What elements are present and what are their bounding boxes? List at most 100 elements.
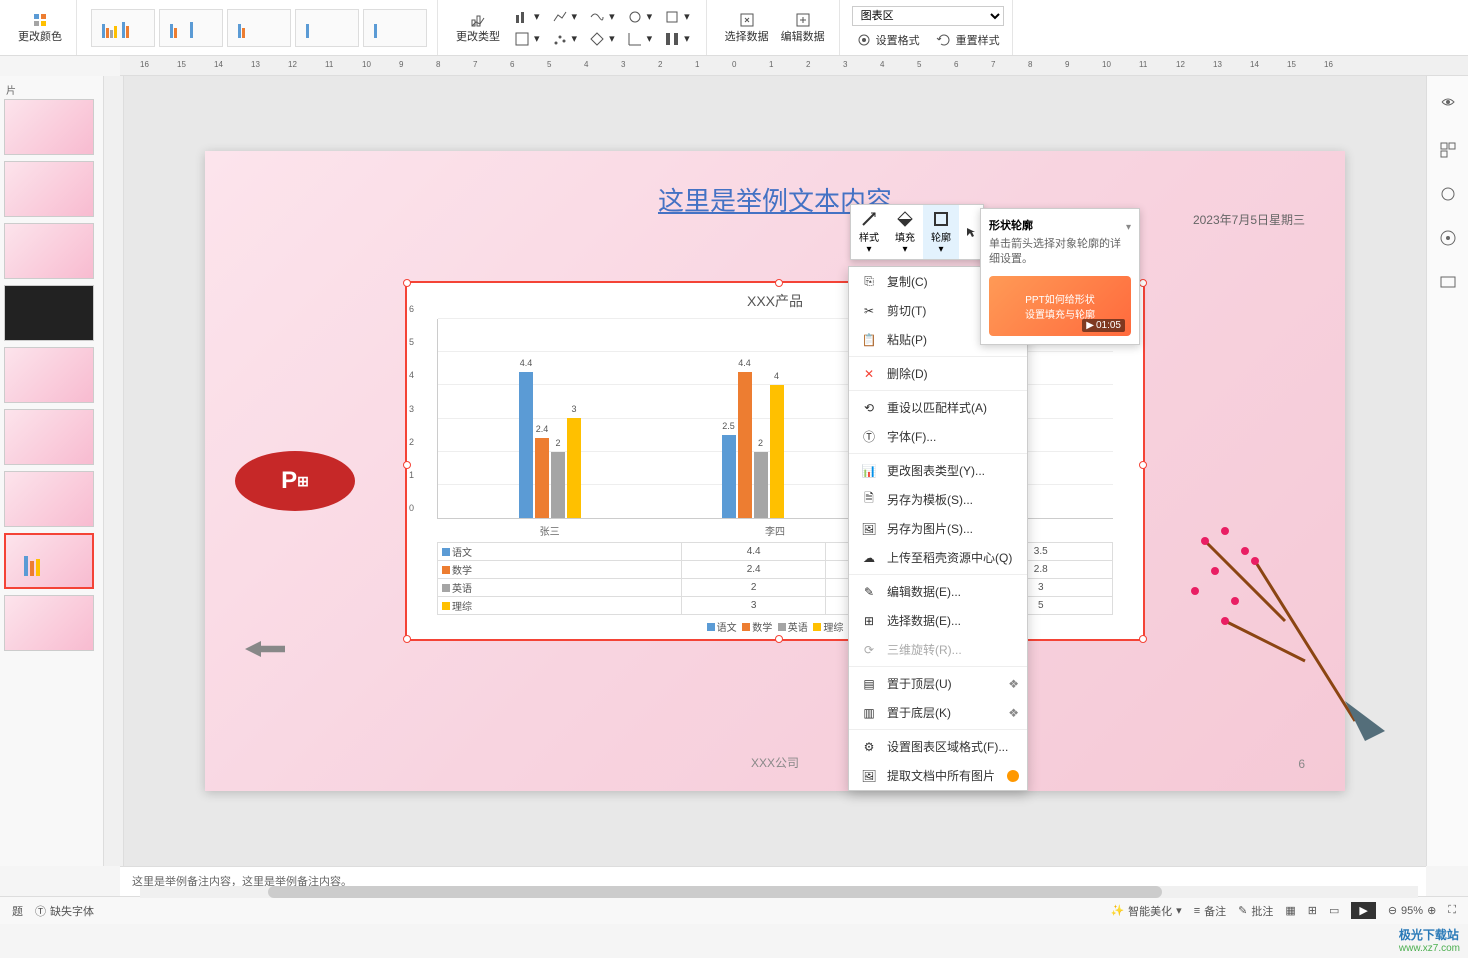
chart-element-4[interactable]: ▾ — [623, 7, 657, 27]
reset-style-button[interactable]: 重置样式 — [932, 30, 1004, 50]
menu-extract-images[interactable]: 🖼提取文档中所有图片 — [849, 761, 1027, 790]
sidebar-tool-4[interactable] — [1438, 228, 1458, 248]
sidebar-tool-1[interactable] — [1438, 96, 1458, 116]
fit-window[interactable]: ⛶ — [1448, 904, 1456, 917]
send-back-icon: ▥ — [861, 705, 877, 721]
vertical-ruler — [104, 76, 124, 866]
chart-element-1[interactable]: ▾ — [510, 7, 544, 27]
chart-element-2[interactable]: ▾ — [548, 7, 582, 27]
horizontal-ruler: 1615141312111098765432101234567891011121… — [120, 56, 1468, 76]
watermark: 极光下载站 www.xz7.com — [1399, 926, 1460, 954]
outline-tooltip: 形状轮廓 ▾ 单击箭头选择对象轮廓的详细设置。 PPT如何给形状 设置填充与轮廓… — [980, 208, 1140, 345]
menu-reset-match[interactable]: ⟲重设以匹配样式(A) — [849, 393, 1027, 422]
slide-thumb-3[interactable] — [4, 223, 94, 279]
beautify-icon: ✨ — [1110, 904, 1124, 917]
set-format-button[interactable]: 设置格式 — [852, 30, 924, 50]
slide-canvas-area: 这里是举例文本内容 2023年7月5日星期三 P ⊞ XXX产品 — [124, 76, 1426, 866]
menu-bring-front[interactable]: ▤置于顶层(U)❖ — [849, 669, 1027, 698]
change-color-button[interactable]: 更改颜色 — [12, 3, 68, 53]
slide-page-number: 6 — [1298, 757, 1305, 771]
edit-data-button[interactable]: 编辑数据 — [775, 3, 831, 53]
slide-thumb-6[interactable] — [4, 409, 94, 465]
mini-outline-button[interactable]: 轮廓 ▾ — [923, 205, 959, 259]
status-smart-beautify[interactable]: ✨智能美化 ▾ — [1110, 903, 1181, 919]
badge-icon — [1007, 770, 1019, 782]
status-notes-toggle[interactable]: ≡ 备注 — [1194, 903, 1226, 919]
paste-icon: 📋 — [861, 332, 877, 348]
arrow-decoration — [245, 641, 285, 657]
chart-element-10[interactable]: ▾ — [660, 29, 694, 49]
reset-icon: ⟲ — [861, 400, 877, 416]
view-sorter[interactable]: ⊞ — [1308, 904, 1317, 917]
chart-type-icon: 📊 — [861, 463, 877, 479]
menu-save-image[interactable]: 🖼另存为图片(S)... — [849, 514, 1027, 543]
sidebar-tool-2[interactable] — [1438, 140, 1458, 160]
submenu-arrow-icon: ❖ — [1008, 706, 1019, 720]
menu-rotate-3d: ⟳三维旋转(R)... — [849, 635, 1027, 664]
tree-branch-decoration — [1105, 441, 1405, 741]
menu-font[interactable]: Ⓣ字体(F)... — [849, 422, 1027, 451]
chart-style-5[interactable] — [363, 9, 427, 47]
template-icon: 🗎 — [861, 492, 877, 508]
powerpoint-logo-decoration: P ⊞ — [235, 451, 355, 511]
menu-upload-resource[interactable]: ☁上传至稻壳资源中心(Q) — [849, 543, 1027, 572]
select-data-icon: ⊞ — [861, 613, 877, 629]
slide-date: 2023年7月5日星期三 — [1193, 211, 1305, 228]
chart-element-select[interactable]: 图表区 — [852, 6, 1004, 26]
bring-front-icon: ▤ — [861, 676, 877, 692]
tooltip-video-preview[interactable]: PPT如何给形状 设置填充与轮廓 ▶01:05 — [989, 276, 1131, 336]
slide-thumb-4[interactable] — [4, 285, 94, 341]
mini-format-toolbar: 样式 ▾ 填充 ▾ 轮廓 ▾ — [850, 204, 984, 260]
image-icon: 🖼 — [861, 521, 877, 537]
menu-edit-data[interactable]: ✎编辑数据(E)... — [849, 577, 1027, 606]
format-area-icon: ⚙ — [861, 739, 877, 755]
slides-tab[interactable]: 片 — [4, 80, 99, 99]
horizontal-scrollbar[interactable] — [140, 886, 1418, 898]
chart-styles-gallery — [81, 0, 438, 55]
extract-icon: 🖼 — [861, 768, 877, 784]
chart-style-4[interactable] — [295, 9, 359, 47]
chart-style-3[interactable] — [227, 9, 291, 47]
mini-style-button[interactable]: 样式 ▾ — [851, 205, 887, 259]
chart-element-3[interactable]: ▾ — [585, 7, 619, 27]
chart-style-1[interactable] — [91, 9, 155, 47]
change-type-button[interactable]: 更改类型 — [450, 3, 506, 53]
slide-thumb-9[interactable] — [4, 595, 94, 651]
view-reading[interactable]: ▭ — [1329, 904, 1339, 917]
menu-change-chart-type[interactable]: 📊更改图表类型(Y)... — [849, 456, 1027, 485]
chart-element-5[interactable]: ▾ — [660, 7, 694, 27]
slide-thumbnails-panel: 片 — [0, 76, 104, 866]
chart-element-9[interactable]: ▾ — [623, 29, 657, 49]
status-bar: 题 Ⓣ缺失字体 ✨智能美化 ▾ ≡ 备注 ✎ 批注 ▦ ⊞ ▭ ▶ ⊖ 95% … — [0, 896, 1468, 924]
select-data-button[interactable]: 选择数据 — [719, 3, 775, 53]
chart-element-8[interactable]: ▾ — [585, 29, 619, 49]
status-missing-font[interactable]: Ⓣ缺失字体 — [35, 903, 94, 919]
zoom-control[interactable]: ⊖ 95% ⊕ — [1388, 904, 1436, 917]
slide-company: XXX公司 — [751, 754, 799, 771]
cursor-icon — [965, 226, 977, 238]
slide-thumb-7[interactable] — [4, 471, 94, 527]
menu-save-template[interactable]: 🗎另存为模板(S)... — [849, 485, 1027, 514]
mini-fill-button[interactable]: 填充 ▾ — [887, 205, 923, 259]
menu-send-back[interactable]: ▥置于底层(K)❖ — [849, 698, 1027, 727]
chart-style-2[interactable] — [159, 9, 223, 47]
menu-select-data[interactable]: ⊞选择数据(E)... — [849, 606, 1027, 635]
chart-element-6[interactable]: ▾ — [510, 29, 544, 49]
menu-format-chart-area[interactable]: ⚙设置图表区域格式(F)... — [849, 732, 1027, 761]
slide-thumb-1[interactable] — [4, 99, 94, 155]
view-slideshow[interactable]: ▶ — [1351, 902, 1375, 919]
status-comments-toggle[interactable]: ✎ 批注 — [1238, 903, 1273, 919]
slide-thumb-8[interactable] — [4, 533, 94, 589]
view-normal[interactable]: ▦ — [1285, 904, 1295, 917]
sidebar-tool-3[interactable] — [1438, 184, 1458, 204]
upload-icon: ☁ — [861, 550, 877, 566]
edit-data-icon: ✎ — [861, 584, 877, 600]
font-icon: Ⓣ — [35, 903, 46, 919]
slide-thumb-5[interactable] — [4, 347, 94, 403]
menu-delete[interactable]: ✕删除(D) — [849, 359, 1027, 388]
sidebar-tool-5[interactable] — [1438, 272, 1458, 292]
chart-legend: 语文 数学 英语 理综 — [407, 615, 1143, 638]
chart-element-7[interactable]: ▾ — [548, 29, 582, 49]
slide-thumb-2[interactable] — [4, 161, 94, 217]
status-topic[interactable]: 题 — [12, 903, 23, 919]
